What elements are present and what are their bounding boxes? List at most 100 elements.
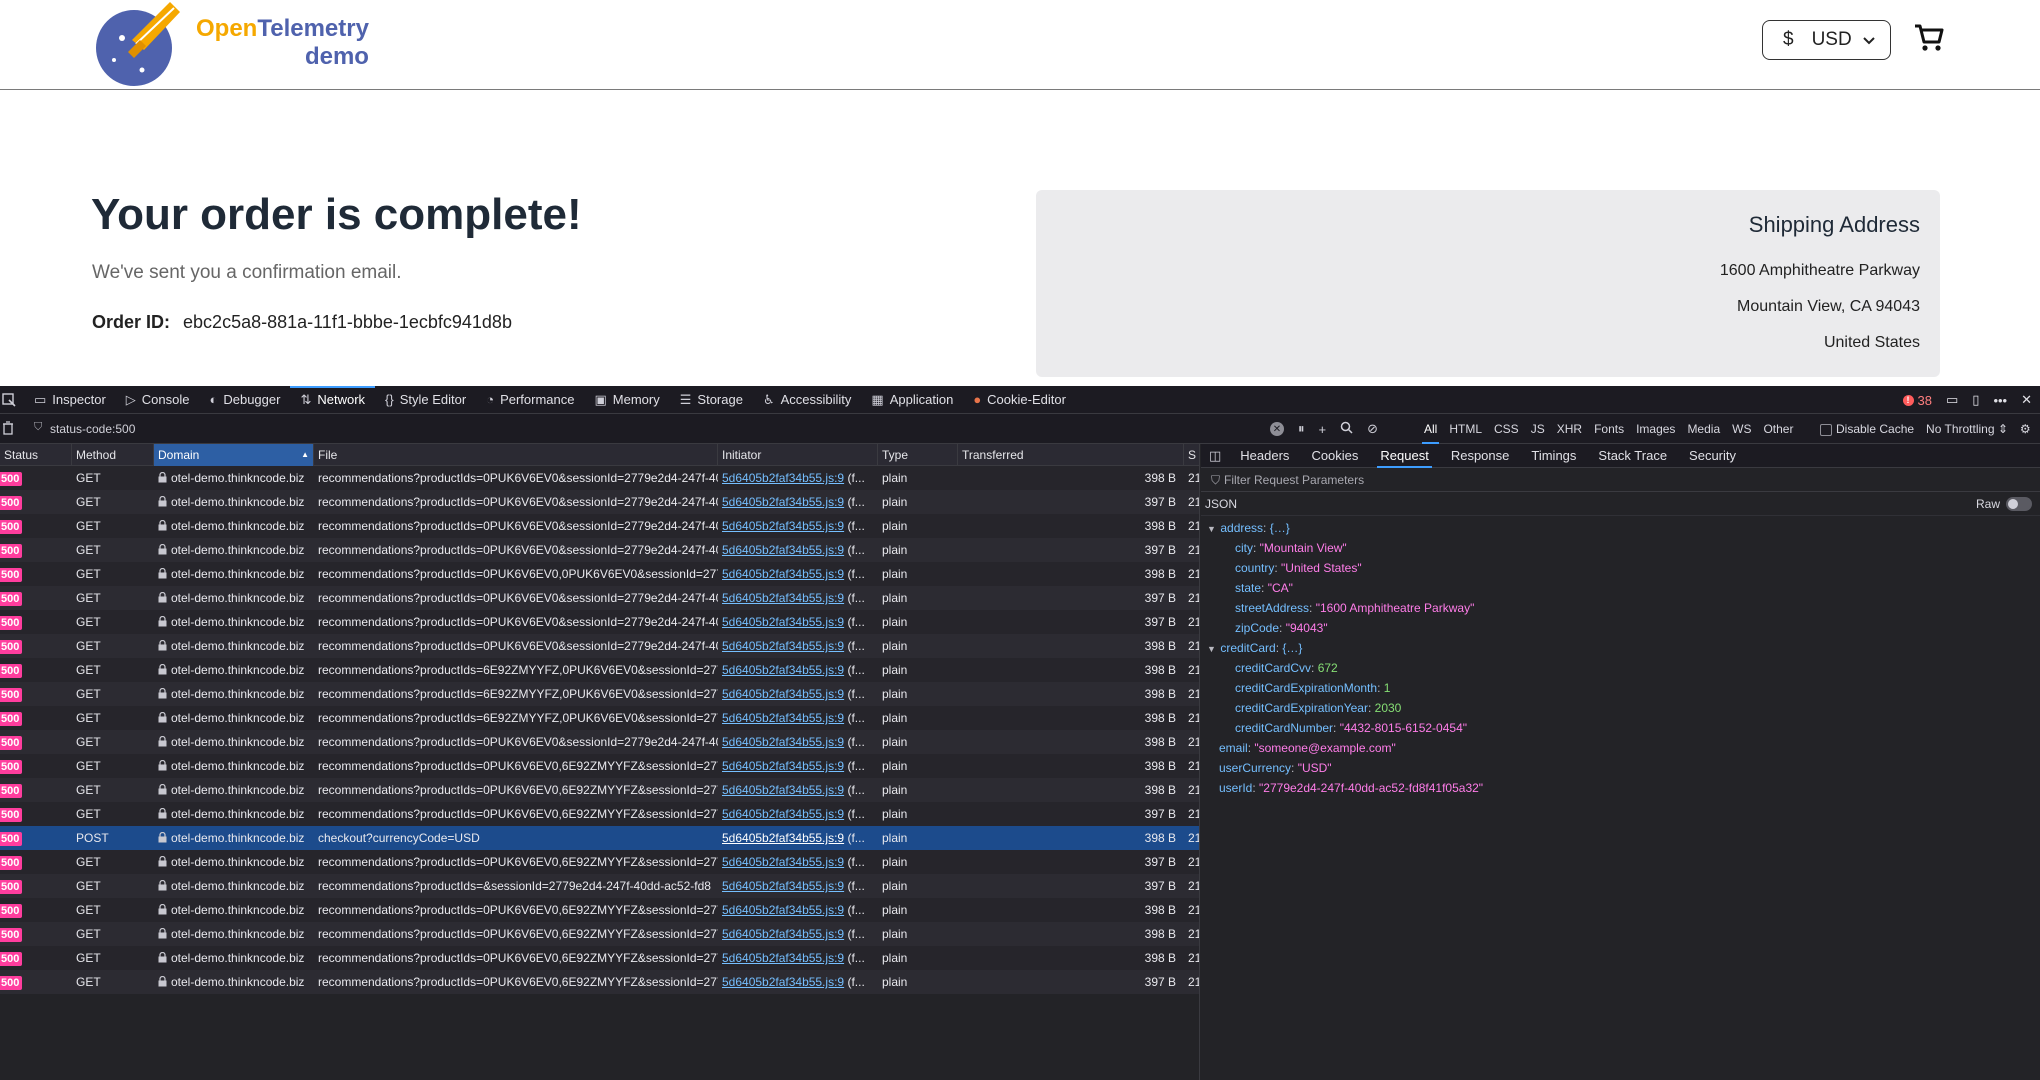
initiator-link[interactable]: 5d6405b2faf34b55.js:9 [722, 591, 844, 605]
filter-js[interactable]: JS [1525, 420, 1551, 438]
request-row[interactable]: 500 GET otel-demo.thinkncode.biz recommenda… [0, 658, 1199, 682]
expand-arrow-icon[interactable]: ▼ [1207, 639, 1217, 659]
details-tab-security[interactable]: Security [1678, 444, 1747, 468]
tab-style-editor[interactable]: {} Style Editor [375, 386, 476, 414]
request-row[interactable]: 500 GET otel-demo.thinkncode.biz recommenda… [0, 586, 1199, 610]
initiator-link[interactable]: 5d6405b2faf34b55.js:9 [722, 519, 844, 533]
initiator-link[interactable]: 5d6405b2faf34b55.js:9 [722, 495, 844, 509]
filter-xhr[interactable]: XHR [1551, 420, 1588, 438]
column-status[interactable]: Status [0, 444, 72, 466]
clear-filter-icon[interactable]: ✕ [1270, 422, 1284, 436]
initiator-link[interactable]: 5d6405b2faf34b55.js:9 [722, 543, 844, 557]
tab-application[interactable]: ▦ Application [861, 386, 963, 414]
tab-cookie-editor[interactable]: ● Cookie-Editor [963, 386, 1076, 414]
responsive-design-icon[interactable]: ▯ [1972, 392, 1979, 408]
initiator-link[interactable]: 5d6405b2faf34b55.js:9 [722, 903, 844, 917]
column-type[interactable]: Type [878, 444, 958, 466]
request-row[interactable]: 500 GET otel-demo.thinkncode.biz recommenda… [0, 802, 1199, 826]
tab-debugger[interactable]: ◐ Debugger [199, 386, 290, 414]
tab-performance[interactable]: ◔ Performance [476, 386, 584, 414]
column-transferred[interactable]: Transferred [958, 444, 1184, 466]
column-domain[interactable]: Domain ▲ [154, 444, 314, 466]
initiator-link[interactable]: 5d6405b2faf34b55.js:9 [722, 711, 844, 725]
json-line[interactable]: ▼ creditCard: {…} [1201, 638, 2040, 658]
request-row[interactable]: 500 GET otel-demo.thinkncode.biz recommenda… [0, 850, 1199, 874]
details-tab-headers[interactable]: Headers [1229, 444, 1300, 468]
column-size[interactable]: S [1184, 444, 1199, 466]
request-row[interactable]: 500 GET otel-demo.thinkncode.biz recommenda… [0, 778, 1199, 802]
opentelemetry-logo[interactable]: OpenTelemetry demo [92, 0, 369, 86]
initiator-link[interactable]: 5d6405b2faf34b55.js:9 [722, 567, 844, 581]
element-picker-icon[interactable] [0, 386, 24, 414]
initiator-link[interactable]: 5d6405b2faf34b55.js:9 [722, 471, 844, 485]
initiator-link[interactable]: 5d6405b2faf34b55.js:9 [722, 783, 844, 797]
throttling-select[interactable]: No Throttling ⇕ [1926, 422, 2008, 436]
settings-gear-icon[interactable]: ⚙ [2020, 422, 2031, 436]
column-method[interactable]: Method [72, 444, 154, 466]
initiator-link[interactable]: 5d6405b2faf34b55.js:9 [722, 663, 844, 677]
request-row[interactable]: 500 POST otel-demo.thinkncode.biz checkout?… [0, 826, 1199, 850]
toggle-sidebar-icon[interactable]: ◫ [1201, 448, 1229, 464]
details-tab-request[interactable]: Request [1369, 444, 1439, 468]
initiator-link[interactable]: 5d6405b2faf34b55.js:9 [722, 879, 844, 893]
filter-fonts[interactable]: Fonts [1588, 420, 1630, 438]
close-devtools-icon[interactable]: ✕ [2021, 392, 2032, 408]
details-tab-cookies[interactable]: Cookies [1300, 444, 1369, 468]
filter-ws[interactable]: WS [1726, 420, 1757, 438]
initiator-link[interactable]: 5d6405b2faf34b55.js:9 [722, 615, 844, 629]
details-tab-stack-trace[interactable]: Stack Trace [1587, 444, 1678, 468]
request-row[interactable]: 500 GET otel-demo.thinkncode.biz recommenda… [0, 514, 1199, 538]
more-options-icon[interactable]: ••• [1993, 393, 2007, 408]
block-icon[interactable]: ⊘ [1367, 421, 1378, 437]
request-row[interactable]: 500 GET otel-demo.thinkncode.biz recommenda… [0, 922, 1199, 946]
initiator-link[interactable]: 5d6405b2faf34b55.js:9 [722, 831, 844, 845]
json-line[interactable]: ▼ address: {…} [1201, 518, 2040, 538]
request-row[interactable]: 500 GET otel-demo.thinkncode.biz recommenda… [0, 562, 1199, 586]
clear-requests-icon[interactable] [2, 421, 14, 438]
expand-arrow-icon[interactable]: ▼ [1207, 519, 1217, 539]
currency-select[interactable]: $ USD [1762, 20, 1891, 60]
filter-html[interactable]: HTML [1443, 420, 1488, 438]
search-icon[interactable] [1340, 421, 1353, 437]
initiator-link[interactable]: 5d6405b2faf34b55.js:9 [722, 807, 844, 821]
filter-request-parameters-input[interactable]: ⛉ Filter Request Parameters [1201, 468, 2040, 492]
initiator-link[interactable]: 5d6405b2faf34b55.js:9 [722, 687, 844, 701]
request-row[interactable]: 500 GET otel-demo.thinkncode.biz recommenda… [0, 634, 1199, 658]
column-initiator[interactable]: Initiator [718, 444, 878, 466]
pause-icon[interactable]: ⏸ [1298, 421, 1305, 437]
add-filter-icon[interactable]: + [1319, 422, 1327, 437]
request-row[interactable]: 500 GET otel-demo.thinkncode.biz recommenda… [0, 874, 1199, 898]
filter-urls-input[interactable]: status-code:500 [50, 422, 135, 436]
tab-console[interactable]: ▷ Console [116, 386, 200, 414]
error-count-badge[interactable]: ! 38 [1902, 393, 1932, 408]
request-row[interactable]: 500 GET otel-demo.thinkncode.biz recommenda… [0, 610, 1199, 634]
initiator-link[interactable]: 5d6405b2faf34b55.js:9 [722, 951, 844, 965]
cart-icon[interactable] [1914, 22, 1944, 54]
initiator-link[interactable]: 5d6405b2faf34b55.js:9 [722, 855, 844, 869]
initiator-link[interactable]: 5d6405b2faf34b55.js:9 [722, 639, 844, 653]
request-row[interactable]: 500 GET otel-demo.thinkncode.biz recommenda… [0, 466, 1199, 490]
disable-cache-checkbox[interactable]: Disable Cache [1820, 422, 1914, 436]
request-row[interactable]: 500 GET otel-demo.thinkncode.biz recommenda… [0, 946, 1199, 970]
raw-toggle[interactable]: Raw [1976, 492, 2032, 516]
split-console-icon[interactable]: ▭ [1946, 392, 1958, 408]
initiator-link[interactable]: 5d6405b2faf34b55.js:9 [722, 927, 844, 941]
request-row[interactable]: 500 GET otel-demo.thinkncode.biz recommenda… [0, 730, 1199, 754]
request-row[interactable]: 500 GET otel-demo.thinkncode.biz recommenda… [0, 754, 1199, 778]
filter-css[interactable]: CSS [1488, 420, 1525, 438]
request-row[interactable]: 500 GET otel-demo.thinkncode.biz recommenda… [0, 706, 1199, 730]
request-row[interactable]: 500 GET otel-demo.thinkncode.biz recommenda… [0, 970, 1199, 994]
filter-all[interactable]: All [1418, 420, 1443, 444]
raw-toggle-switch[interactable] [2006, 497, 2032, 511]
tab-network[interactable]: ⇅ Network [290, 385, 375, 414]
tab-storage[interactable]: ☰ Storage [670, 386, 753, 414]
initiator-link[interactable]: 5d6405b2faf34b55.js:9 [722, 975, 844, 989]
details-tab-response[interactable]: Response [1440, 444, 1521, 468]
filter-media[interactable]: Media [1681, 420, 1726, 438]
details-tab-timings[interactable]: Timings [1520, 444, 1587, 468]
initiator-link[interactable]: 5d6405b2faf34b55.js:9 [722, 735, 844, 749]
request-row[interactable]: 500 GET otel-demo.thinkncode.biz recommenda… [0, 898, 1199, 922]
tab-inspector[interactable]: ▭ Inspector [24, 386, 116, 414]
column-file[interactable]: File [314, 444, 718, 466]
tab-accessibility[interactable]: ♿ Accessibility [753, 386, 861, 414]
